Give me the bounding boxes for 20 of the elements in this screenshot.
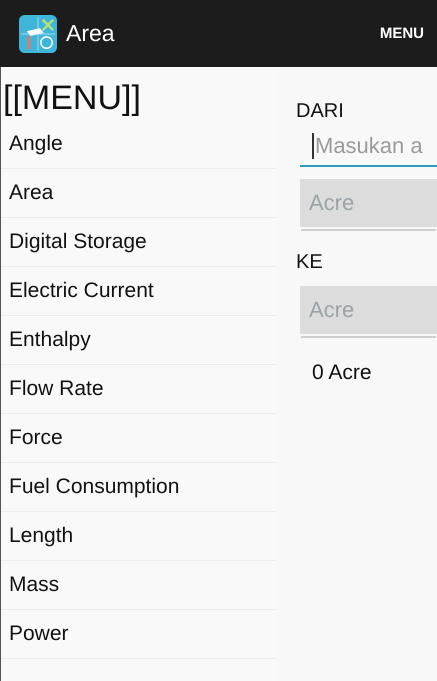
menu-item[interactable]: Angle (1, 120, 276, 169)
menu-item[interactable]: Enthalpy (1, 316, 276, 365)
menu-item[interactable]: Fuel Consumption (1, 463, 276, 512)
from-label: DARI (296, 100, 345, 123)
menu-item[interactable]: Flow Rate (1, 365, 276, 414)
menu-title: [[MENU]] (2, 78, 142, 119)
menu-item[interactable]: Area (1, 169, 276, 218)
text-cursor (312, 133, 314, 159)
result-text: 0 Acre (311, 361, 373, 385)
menu-item[interactable]: Mass (1, 561, 276, 610)
app-icon (19, 14, 57, 52)
amount-input-field[interactable]: Masukan a (300, 127, 437, 167)
menu-item[interactable]: Force (1, 414, 276, 463)
app-title: Area (66, 20, 116, 47)
menu-button[interactable]: MENU (368, 17, 436, 50)
menu-item[interactable]: Electric Current (1, 267, 276, 316)
menu-item[interactable]: Digital Storage (1, 218, 276, 267)
to-label: KE (296, 251, 324, 274)
menu-item[interactable]: Length (1, 512, 276, 561)
menu-item[interactable]: Power (1, 610, 276, 659)
